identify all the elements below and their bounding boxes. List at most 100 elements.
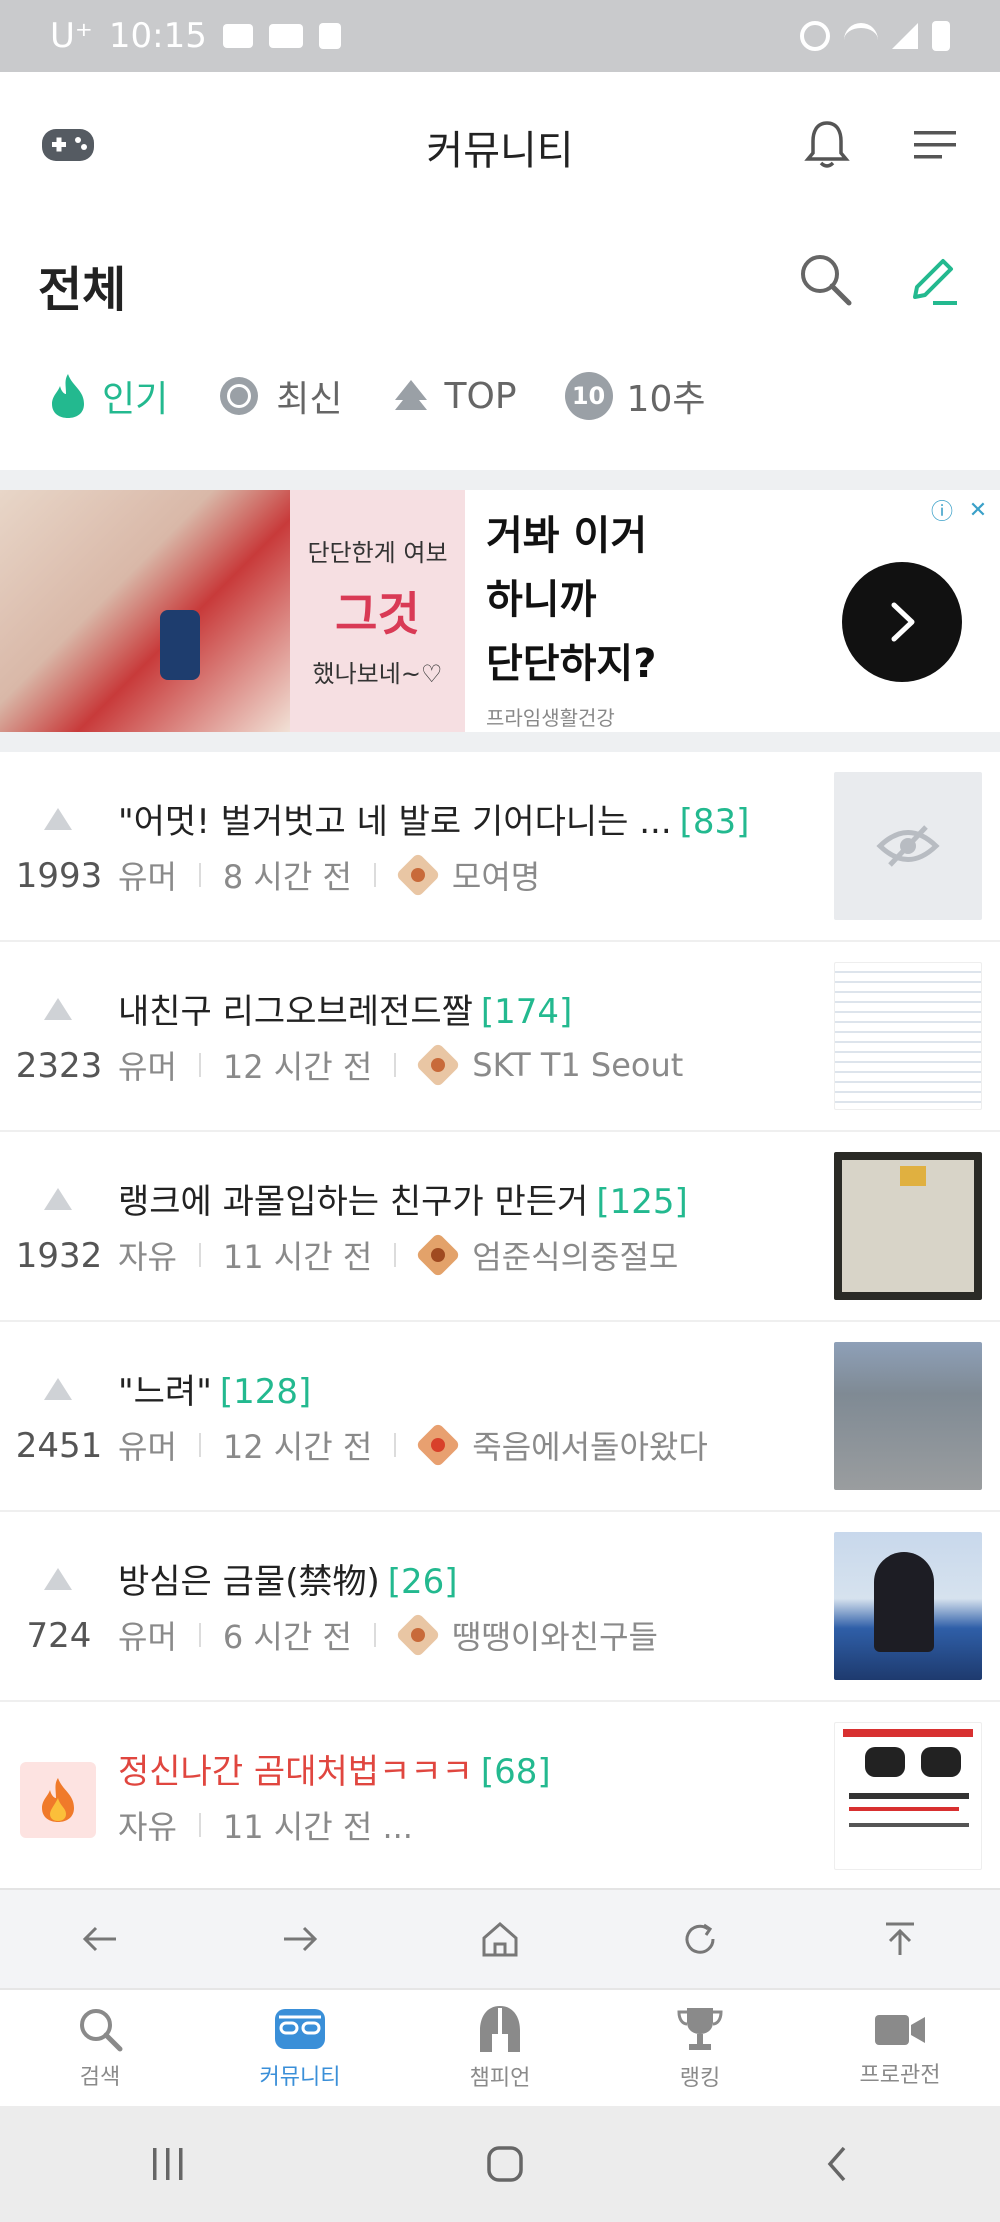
rank-badge-icon <box>395 1612 441 1658</box>
separator <box>394 1433 397 1457</box>
search-icon[interactable] <box>796 250 854 308</box>
post-thumbnail <box>834 1722 982 1870</box>
home-button-icon[interactable] <box>485 2144 525 2184</box>
forward-arrow-icon[interactable] <box>280 1922 320 1956</box>
post-time: 8 시간 전 <box>222 858 352 896</box>
hidden-eye-icon <box>876 825 940 867</box>
post-title-text: 내친구 리그오브레전드짤 <box>118 992 473 1032</box>
author-name: 모여명 <box>451 858 541 896</box>
bell-icon[interactable] <box>800 116 854 174</box>
post-meta: 자유 11 시간 전 ... <box>118 1802 413 1848</box>
rank-badge-icon <box>415 1232 461 1278</box>
upvote-icon <box>44 1188 72 1210</box>
post-title-text: 정신나간 곰대처법ㅋㅋㅋ <box>118 1752 473 1792</box>
separator <box>373 863 376 887</box>
board-label: 자유 <box>118 1238 177 1276</box>
list-item[interactable]: 724 방심은 금물(禁物) [26] 유머 6 시간 전 땡땡이와친구들 <box>0 1512 1000 1702</box>
tab-ten-recommend[interactable]: 10 10추 <box>564 370 705 422</box>
trophy-icon <box>677 2008 723 2050</box>
youtube-icon <box>268 24 303 48</box>
list-item[interactable]: 2451 "느려" [128] 유머 12 시간 전 죽음에서돌아왔다 <box>0 1322 1000 1512</box>
refresh-icon[interactable] <box>680 1919 720 1959</box>
post-title-text: 방심은 금물(禁物) <box>118 1562 380 1602</box>
nav-label: 커뮤니티 <box>259 2065 341 2090</box>
tab-label: TOP <box>444 375 517 417</box>
menu-icon[interactable] <box>910 120 960 170</box>
nav-search[interactable]: 검색 <box>0 2005 200 2091</box>
vote-count: 1932 <box>15 1236 103 1276</box>
list-item[interactable]: 1993 "어멋! 벌거벗고 네 발로 기어다니는 ... [83] 유머 8 시… <box>0 752 1000 942</box>
board-label: 유머 <box>118 858 177 896</box>
nav-label: 챔피언 <box>469 2066 531 2091</box>
ad-pink-panel: 단단한게 여보 그것 했나보네~♡ <box>290 490 465 732</box>
ad-info-icon[interactable]: ⓘ <box>926 494 958 526</box>
scroll-top-icon[interactable] <box>880 1919 920 1959</box>
post-meta: 유머 12 시간 전 SKT T1 Seout <box>118 1042 683 1088</box>
upvote-icon <box>44 1378 72 1400</box>
post-time: 11 시간 전 ... <box>222 1808 413 1846</box>
comment-count: [128] <box>219 1372 312 1412</box>
post-title: 내친구 리그오브레전드짤 [174] <box>118 984 572 1033</box>
list-item[interactable]: 2323 내친구 리그오브레전드짤 [174] 유머 12 시간 전 SKT T1… <box>0 942 1000 1132</box>
post-thumbnail <box>834 1342 982 1490</box>
recent-apps-icon[interactable] <box>148 2146 188 2182</box>
clock: 10:15 <box>108 16 207 56</box>
hot-flame-icon <box>20 1762 96 1838</box>
home-icon[interactable] <box>480 1920 520 1958</box>
author-name: 땡땡이와친구들 <box>451 1618 659 1656</box>
tab-label: 최신 <box>276 379 343 420</box>
alarm-icon <box>800 21 830 51</box>
post-title: "어멋! 벌거벗고 네 발로 기어다니는 ... [83] <box>118 794 749 843</box>
back-arrow-icon[interactable] <box>80 1922 120 1956</box>
list-item[interactable]: 1932 랭크에 과몰입하는 친구가 만든거 [125] 자유 11 시간 전 엄… <box>0 1132 1000 1322</box>
tab-popular[interactable]: 인기 <box>48 370 168 422</box>
helmet-icon <box>480 2006 520 2052</box>
tab-label: 인기 <box>102 379 169 420</box>
tab-latest[interactable]: 최신 <box>216 370 343 422</box>
post-thumbnail <box>834 1532 982 1680</box>
ad-source: 프라임생활건강 <box>486 706 615 730</box>
author-name: 죽음에서돌아왔다 <box>472 1428 708 1466</box>
ad-next-button[interactable] <box>842 562 962 682</box>
nav-community[interactable]: 커뮤니티 <box>200 2005 400 2091</box>
separator <box>198 1813 201 1837</box>
nav-pro-view[interactable]: 프로관전 <box>800 2007 1000 2089</box>
rank-badge-icon <box>415 1422 461 1468</box>
upvote-icon <box>44 808 72 830</box>
upvote-icon <box>44 998 72 1020</box>
ad-headline: 거봐 이거 하니까 단단하지? <box>486 504 656 696</box>
carrier-label: U⁺ <box>50 16 93 56</box>
rank-badge-icon <box>415 1042 461 1088</box>
separator <box>373 1623 376 1647</box>
top-arrow-icon <box>394 380 427 410</box>
ad-pink-text-3: 했나보네~♡ <box>312 660 443 688</box>
write-pencil-icon[interactable] <box>904 252 962 310</box>
post-time: 6 시간 전 <box>222 1618 352 1656</box>
board-label: 유머 <box>118 1618 177 1656</box>
post-thumbnail <box>834 1152 982 1300</box>
post-thumbnail <box>834 962 982 1110</box>
app-screen: U⁺ 10:15 커뮤니티 전체 인기 최신 TOP 10 10추 단단한게 여… <box>0 0 1000 2222</box>
bottom-navigation: 검색 커뮤니티 챔피언 랭킹 프로관전 <box>0 1988 1000 2106</box>
separator <box>198 1623 201 1647</box>
top-app-bar: 커뮤니티 <box>0 72 1000 222</box>
nav-ranking[interactable]: 랭킹 <box>600 2004 800 2092</box>
ad-photo <box>0 490 290 732</box>
nav-champion[interactable]: 챔피언 <box>400 2004 600 2092</box>
ad-badges: ⓘ ✕ <box>926 494 994 526</box>
nav-label: 프로관전 <box>859 2063 941 2088</box>
tab-top[interactable]: TOP <box>391 376 517 417</box>
ad-close-icon[interactable]: ✕ <box>962 494 994 526</box>
status-bar: U⁺ 10:15 <box>0 0 1000 72</box>
post-time: 11 시간 전 <box>222 1238 373 1276</box>
ad-pink-text-2: 그것 <box>335 587 420 641</box>
post-title-text: "어멋! 벌거벗고 네 발로 기어다니는 ... <box>118 802 672 842</box>
nav-label: 검색 <box>79 2065 121 2090</box>
ad-banner[interactable]: 단단한게 여보 그것 했나보네~♡ 거봐 이거 하니까 단단하지? 프라임생활건… <box>0 490 1000 732</box>
comment-count: [125] <box>596 1182 688 1222</box>
vote-count: 1993 <box>15 856 103 896</box>
back-button-icon[interactable] <box>822 2144 852 2184</box>
gear-icon <box>220 377 259 415</box>
list-item[interactable]: 정신나간 곰대처법ㅋㅋㅋ [68] 자유 11 시간 전 ... <box>0 1702 1000 1888</box>
system-navigation <box>0 2106 1000 2222</box>
